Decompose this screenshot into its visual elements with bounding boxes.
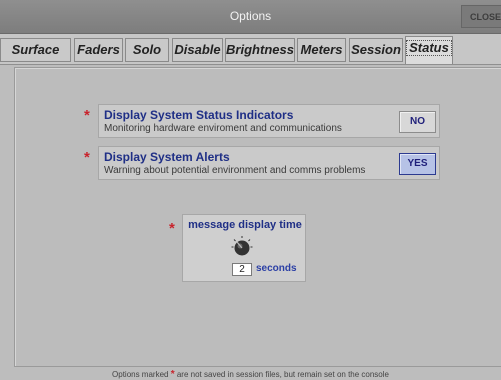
close-button[interactable]: CLOSE <box>461 5 501 28</box>
tab-label: Session <box>351 42 401 57</box>
option-title: Display System Status Indicators <box>104 108 294 122</box>
tab-label: Brightness <box>226 42 294 57</box>
tab-status[interactable]: Status <box>405 36 453 64</box>
window-title: Options <box>229 9 272 23</box>
footer-note: Options marked * are not saved in sessio… <box>0 369 501 380</box>
tab-label: Disable <box>174 42 221 57</box>
unsaved-marker: * <box>84 107 90 124</box>
option-description: Monitoring hardware enviroment and commu… <box>104 123 342 134</box>
tab-label: Status <box>406 40 452 56</box>
footer-marker: * <box>170 369 175 380</box>
unsaved-marker: * <box>84 149 90 166</box>
tab-solo[interactable]: Solo <box>125 38 169 62</box>
tab-meters[interactable]: Meters <box>297 38 346 62</box>
system-alerts-toggle[interactable]: YES <box>399 153 436 175</box>
tab-faders[interactable]: Faders <box>74 38 123 62</box>
message-display-time-label: message display time <box>188 219 302 231</box>
status-indicators-toggle[interactable]: NO <box>399 111 436 133</box>
system-alerts-option: Display System Alerts Warning about pote… <box>98 146 440 180</box>
unsaved-marker: * <box>169 220 175 237</box>
option-description: Warning about potential environment and … <box>104 165 366 176</box>
rotary-knob-icon[interactable] <box>230 235 254 259</box>
tab-surface[interactable]: Surface <box>0 38 71 62</box>
option-title: Display System Alerts <box>104 150 230 164</box>
title-bar: Options CLOSE <box>0 0 501 34</box>
tab-label: Meters <box>300 42 343 57</box>
tab-bar: Surface Faders Solo Disable Brightness M… <box>0 34 501 65</box>
seconds-label: seconds <box>256 263 297 274</box>
message-display-time-control: message display time 2 seconds <box>182 214 306 282</box>
tab-label: Solo <box>132 42 162 57</box>
tab-disable[interactable]: Disable <box>172 38 223 62</box>
status-indicators-option: Display System Status Indicators Monitor… <box>98 104 440 138</box>
tab-brightness[interactable]: Brightness <box>225 38 295 62</box>
message-time-input[interactable]: 2 <box>232 263 252 276</box>
tab-session[interactable]: Session <box>349 38 403 62</box>
tab-label: Surface <box>11 42 60 57</box>
tab-label: Faders <box>77 42 120 57</box>
